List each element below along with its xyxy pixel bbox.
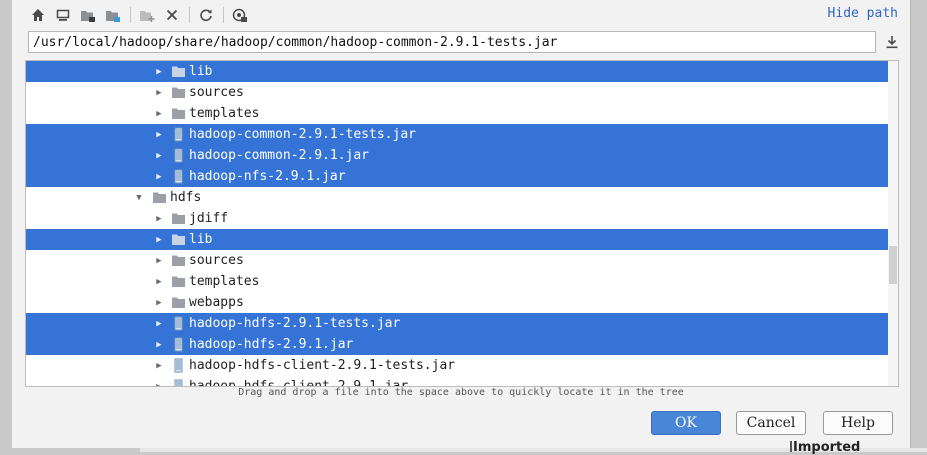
- tree-row-label: sources: [189, 85, 244, 100]
- tree-row-label: webapps: [189, 295, 244, 310]
- download-button[interactable]: [883, 33, 901, 51]
- show-hidden-button[interactable]: [230, 6, 250, 24]
- drag-drop-hint: Drag and drop a file into the space abov…: [238, 387, 684, 398]
- jar-icon: [174, 379, 183, 386]
- folder-icon: [172, 234, 185, 245]
- folder-icon: [172, 108, 185, 119]
- file-chooser-dialog: Hide path ▶hadoop-hdfs-client-2.9.1.jar▶…: [12, 0, 911, 448]
- hide-path-link[interactable]: Hide path: [828, 6, 898, 21]
- desktop-button[interactable]: [53, 6, 73, 24]
- tree-row-label: hadoop-common-2.9.1-tests.jar: [189, 127, 416, 142]
- collapsed-arrow-icon[interactable]: ▶: [154, 124, 164, 145]
- collapsed-arrow-icon[interactable]: ▶: [154, 334, 164, 355]
- tree-row-label: hadoop-hdfs-2.9.1-tests.jar: [189, 316, 401, 331]
- tree-scrollbar[interactable]: [888, 61, 898, 386]
- tree-row-folder[interactable]: ▶ templates: [26, 103, 888, 124]
- project-folder-icon: [81, 10, 95, 22]
- folder-icon: [172, 297, 185, 308]
- folder-icon: [172, 213, 185, 224]
- download-icon: [886, 36, 898, 49]
- scrollbar-thumb[interactable]: [889, 246, 897, 284]
- jar-icon: [174, 127, 183, 142]
- cancel-button[interactable]: Cancel: [736, 411, 806, 435]
- folder-icon: [172, 276, 185, 287]
- collapsed-arrow-icon[interactable]: ▶: [154, 82, 164, 103]
- home-button[interactable]: [28, 6, 48, 24]
- tree-row-label: hadoop-hdfs-client-2.9.1-tests.jar: [189, 358, 456, 373]
- desktop-icon: [56, 9, 70, 21]
- tree-row-label: hdfs: [170, 190, 202, 205]
- collapsed-arrow-icon[interactable]: ▶: [154, 166, 164, 187]
- folder-icon: [172, 87, 185, 98]
- delete-button[interactable]: [162, 6, 182, 24]
- collapsed-arrow-icon[interactable]: ▶: [154, 250, 164, 271]
- tree-row-folder[interactable]: ▶ webapps: [26, 292, 888, 313]
- collapsed-arrow-icon[interactable]: ▶: [154, 355, 164, 376]
- tree-row-jar[interactable]: ▶ hadoop-hdfs-client-2.9.1.jar: [26, 376, 888, 387]
- tree-row-folder[interactable]: ▶ lib: [26, 229, 888, 250]
- tree-row-label: hadoop-common-2.9.1.jar: [189, 148, 370, 163]
- folder-icon: [153, 192, 166, 203]
- collapsed-arrow-icon[interactable]: ▶: [154, 61, 164, 82]
- jar-icon: [174, 148, 183, 163]
- tree-row-folder[interactable]: ▶ sources: [26, 82, 888, 103]
- tree-row-label: templates: [189, 106, 260, 121]
- tree-row-jar[interactable]: ▶ hadoop-common-2.9.1.jar: [26, 145, 888, 166]
- tree-row-folder[interactable]: ▼ hdfs: [26, 187, 888, 208]
- tree-row-folder[interactable]: ▶ lib: [26, 61, 888, 82]
- collapsed-arrow-icon[interactable]: ▶: [154, 292, 164, 313]
- toolbar-separator: [189, 7, 190, 23]
- collapsed-arrow-icon[interactable]: ▶: [154, 229, 164, 250]
- module-folder-button[interactable]: [103, 6, 123, 24]
- jar-icon: [174, 316, 183, 331]
- path-input[interactable]: [28, 31, 876, 53]
- help-button[interactable]: Help: [823, 411, 893, 435]
- home-icon: [32, 9, 44, 21]
- project-folder-button[interactable]: [78, 6, 98, 24]
- jar-icon: [174, 337, 183, 352]
- collapsed-arrow-icon[interactable]: ▶: [154, 145, 164, 166]
- tree-row-jar[interactable]: ▶ hadoop-hdfs-2.9.1.jar: [26, 334, 888, 355]
- tree-row-label: lib: [189, 232, 213, 247]
- collapsed-arrow-icon[interactable]: ▶: [154, 376, 164, 387]
- jar-icon: [174, 169, 183, 184]
- refresh-button[interactable]: [196, 6, 216, 24]
- new-folder-button[interactable]: [137, 6, 157, 24]
- tree-row-folder[interactable]: ▶ templates: [26, 271, 888, 292]
- tree-row-label: lib: [189, 64, 213, 79]
- collapsed-arrow-icon[interactable]: ▶: [154, 208, 164, 229]
- toolbar: [28, 6, 255, 24]
- path-row: [28, 31, 901, 55]
- tree-row-label: sources: [189, 253, 244, 268]
- delete-icon: [166, 9, 178, 21]
- refresh-icon: [200, 9, 212, 22]
- module-folder-icon: [106, 10, 120, 22]
- tree-row-jar[interactable]: ▶ hadoop-hdfs-client-2.9.1-tests.jar: [26, 355, 888, 376]
- tree-row-label: templates: [189, 274, 260, 289]
- expanded-arrow-icon[interactable]: ▼: [134, 187, 144, 208]
- jar-icon: [174, 358, 183, 373]
- folder-icon: [172, 255, 185, 266]
- tree-row-label: hadoop-nfs-2.9.1.jar: [189, 169, 346, 184]
- tree-row-label: hadoop-hdfs-2.9.1.jar: [189, 337, 354, 352]
- tree-row-label: hadoop-hdfs-client-2.9.1.jar: [189, 379, 409, 387]
- tree-row-jar[interactable]: ▶ hadoop-common-2.9.1-tests.jar: [26, 124, 888, 145]
- file-tree[interactable]: ▶ hadoop-hdfs-client-2.9.1.jar ▶ hadoop-hdf…: [25, 60, 899, 387]
- tree-row-label: jdiff: [189, 211, 229, 226]
- collapsed-arrow-icon[interactable]: ▶: [154, 103, 164, 124]
- tree-row-jar[interactable]: ▶ hadoop-hdfs-2.9.1-tests.jar: [26, 313, 888, 334]
- tree-row-folder[interactable]: ▶ sources: [26, 250, 888, 271]
- toolbar-separator: [223, 7, 224, 23]
- folder-icon: [172, 66, 185, 77]
- background-imported-label: Imported: [793, 440, 861, 455]
- tree-row-folder[interactable]: ▶ jdiff: [26, 208, 888, 229]
- collapsed-arrow-icon[interactable]: ▶: [154, 271, 164, 292]
- ok-button[interactable]: OK: [651, 411, 721, 435]
- collapsed-arrow-icon[interactable]: ▶: [154, 313, 164, 334]
- background-cursor: [790, 441, 792, 452]
- new-folder-icon: [140, 10, 155, 22]
- tree-row-jar[interactable]: ▶ hadoop-nfs-2.9.1.jar: [26, 166, 888, 187]
- toolbar-separator: [130, 7, 131, 23]
- show-hidden-icon: [232, 8, 247, 22]
